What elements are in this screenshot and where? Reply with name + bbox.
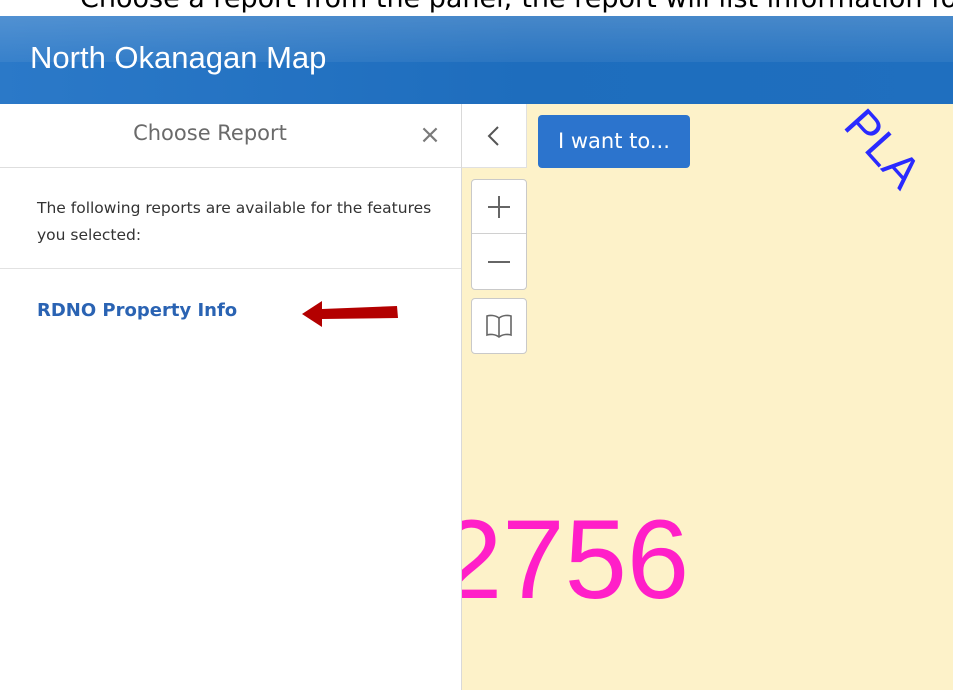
panel-intro-text: The following reports are available for … [37,199,432,244]
map-view[interactable]: PLA 2756 I want to... [462,104,953,690]
app-title: North Okanagan Map [30,40,327,75]
minus-icon [488,261,510,263]
panel-title: Choose Report [133,121,287,145]
panel-header: Choose Report × [0,104,461,168]
plus-icon [488,196,510,218]
caption-strip: Choose a report from the panel; the repo… [0,0,953,16]
report-panel: Choose Report × The following reports ar… [0,104,462,690]
report-link-rdno-property-info[interactable]: RDNO Property Info [37,300,237,321]
zoom-out-button[interactable] [472,235,526,289]
chevron-left-icon [487,126,499,146]
zoom-controls [471,179,527,290]
caption-text: Choose a report from the panel; the repo… [80,0,953,14]
close-icon[interactable]: × [414,118,446,152]
book-icon [486,314,512,338]
bookmarks-button[interactable] [471,298,527,354]
map-parcel-number-label: 2756 [462,497,690,622]
map-road-label: PLA [834,104,932,199]
app-header: North Okanagan Map [0,16,953,104]
panel-divider [0,268,461,269]
panel-collapse-button[interactable] [462,104,527,168]
annotation-arrow-icon [302,301,398,327]
i-want-to-button[interactable]: I want to... [538,115,690,168]
zoom-in-button[interactable] [472,180,526,234]
